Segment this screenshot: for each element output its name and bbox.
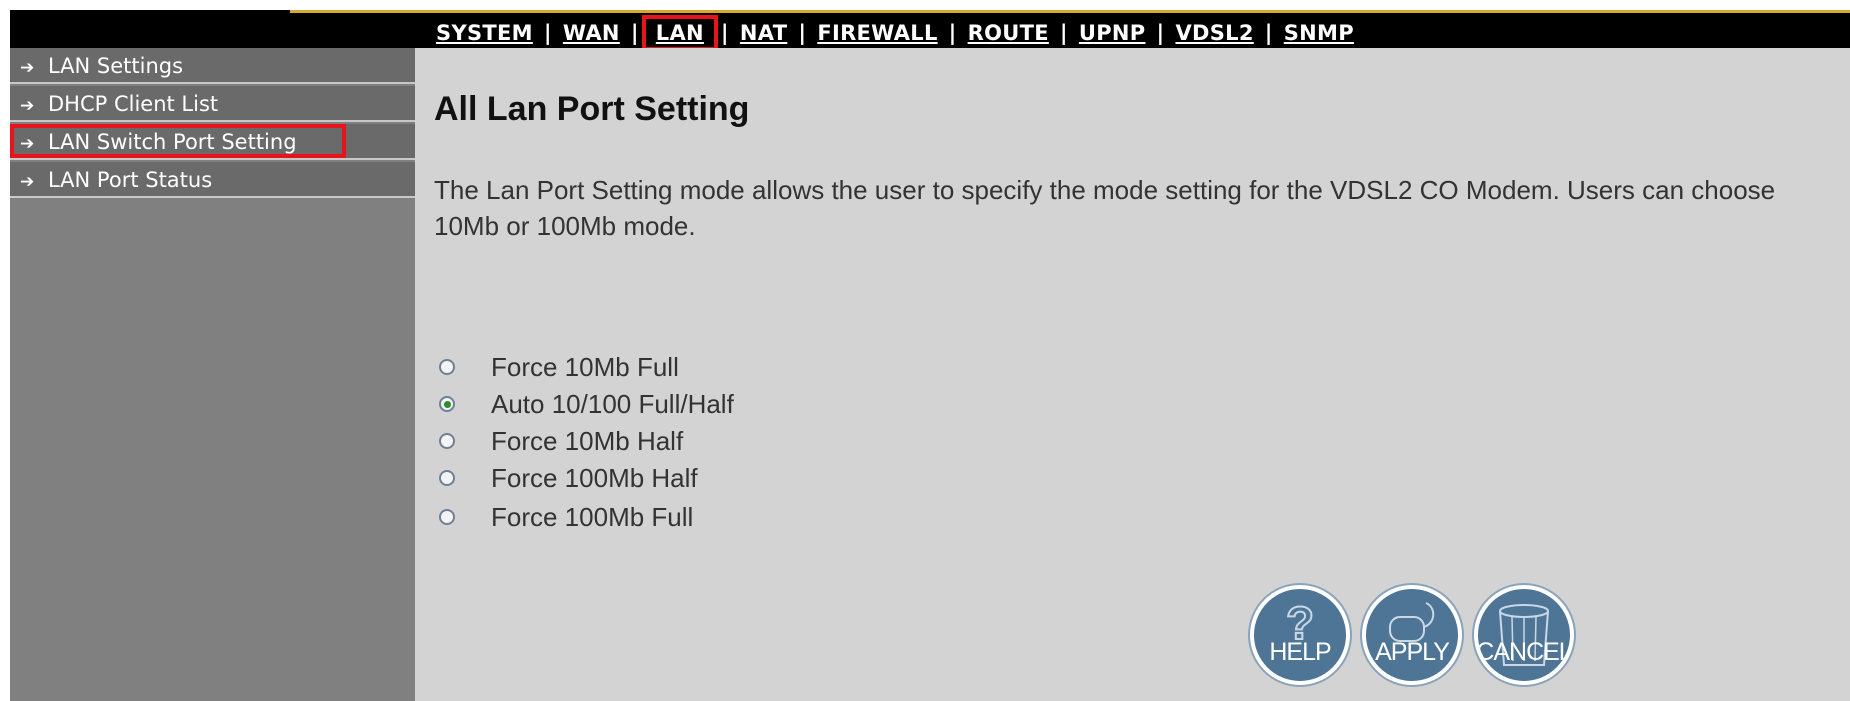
radio-dot-icon	[443, 400, 451, 408]
option-auto-10-100-full-half[interactable]: Auto 10/100 Full/Half	[439, 387, 734, 421]
cancel-button[interactable]: CANCEL	[1474, 585, 1574, 685]
question-mark-icon: ?	[1285, 596, 1315, 650]
help-button-label: HELP	[1269, 638, 1331, 666]
nav-lan[interactable]: LAN	[641, 15, 718, 51]
option-force-100mb-half[interactable]: Force 100Mb Half	[439, 461, 698, 495]
nav-vdsl2[interactable]: VDSL2	[1173, 21, 1255, 45]
option-label: Force 10Mb Half	[491, 425, 684, 456]
sidebar-item-dhcp-client-list[interactable]: ➔ DHCP Client List	[10, 86, 415, 122]
apply-button-label: APPLY	[1375, 638, 1450, 666]
page-description: The Lan Port Setting mode allows the use…	[434, 175, 1776, 241]
option-force-10mb-full[interactable]: Force 10Mb Full	[439, 350, 679, 384]
sidebar-item-label: DHCP Client List	[48, 92, 219, 116]
sidebar-item-lan-switch-port-setting[interactable]: ➔ LAN Switch Port Setting	[10, 124, 415, 160]
option-label: Force 100Mb Half	[491, 462, 698, 493]
radio-button-checked[interactable]	[439, 396, 455, 412]
nav-separator: |	[720, 21, 729, 45]
selection-highlight-box	[10, 124, 346, 158]
nav-route[interactable]: ROUTE	[966, 21, 1051, 45]
option-force-10mb-half[interactable]: Force 10Mb Half	[439, 424, 683, 458]
help-button[interactable]: ? HELP	[1250, 585, 1350, 685]
nav-separator: |	[1156, 21, 1165, 45]
main-menu: SYSTEM | WAN | LAN | NAT | FIREWALL | RO…	[0, 15, 1850, 51]
content-area: All Lan Port Setting The Lan Port Settin…	[415, 48, 1850, 701]
nav-nat[interactable]: NAT	[738, 21, 789, 45]
top-navigation-bar: SYSTEM | WAN | LAN | NAT | FIREWALL | RO…	[10, 10, 1850, 51]
nav-separator: |	[630, 21, 639, 45]
radio-button[interactable]	[439, 509, 455, 525]
page-title: All Lan Port Setting	[434, 90, 750, 128]
option-force-100mb-full[interactable]: Force 100Mb Full	[439, 500, 693, 534]
nav-wan[interactable]: WAN	[561, 21, 622, 45]
mouse-icon	[1389, 602, 1435, 642]
nav-separator: |	[1059, 21, 1068, 45]
nav-separator: |	[948, 21, 957, 45]
nav-snmp[interactable]: SNMP	[1282, 21, 1356, 45]
nav-firewall[interactable]: FIREWALL	[815, 21, 939, 45]
nav-separator: |	[1264, 21, 1273, 45]
cancel-button-label: CANCEL	[1476, 638, 1572, 666]
radio-button[interactable]	[439, 359, 455, 375]
trash-can-icon	[1499, 604, 1549, 666]
arrow-right-icon: ➔	[20, 172, 35, 192]
option-label: Force 10Mb Full	[491, 351, 679, 382]
nav-separator: |	[543, 21, 552, 45]
option-label: Auto 10/100 Full/Half	[491, 388, 734, 419]
sidebar-item-lan-port-status[interactable]: ➔ LAN Port Status	[10, 162, 415, 198]
nav-separator: |	[798, 21, 807, 45]
radio-button[interactable]	[439, 433, 455, 449]
apply-button[interactable]: APPLY	[1362, 585, 1462, 685]
arrow-right-icon: ➔	[20, 58, 35, 78]
sidebar: ➔ LAN Settings ➔ DHCP Client List ➔ LAN Swi…	[10, 48, 415, 701]
arrow-right-icon: ➔	[20, 96, 35, 116]
nav-upnp[interactable]: UPNP	[1077, 21, 1148, 45]
sidebar-item-lan-settings[interactable]: ➔ LAN Settings	[10, 48, 415, 84]
nav-system[interactable]: SYSTEM	[434, 21, 535, 45]
radio-button[interactable]	[439, 470, 455, 486]
sidebar-item-label: LAN Settings	[48, 54, 184, 78]
top-accent-line	[290, 10, 1850, 13]
sidebar-item-label: LAN Port Status	[48, 168, 213, 192]
option-label: Force 100Mb Full	[491, 501, 694, 532]
